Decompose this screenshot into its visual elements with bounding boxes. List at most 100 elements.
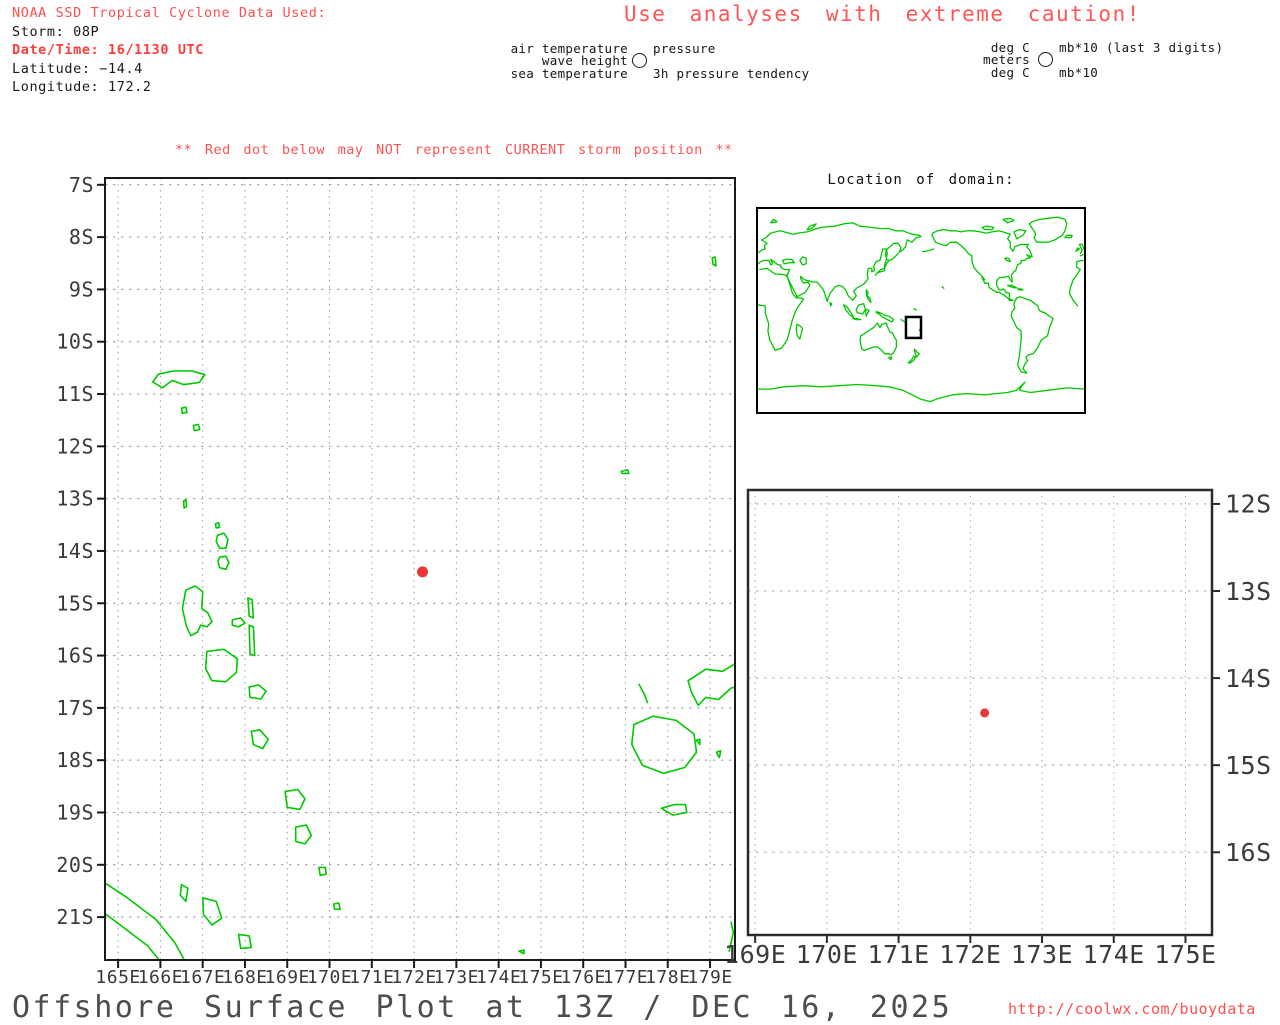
y-axis-label: 21S [56,905,94,929]
coastline [900,318,906,323]
storm-id: Storm: 08P [12,23,100,40]
x-axis-label: 173E [1011,940,1073,969]
coastline [248,684,267,700]
coastline [913,308,918,311]
x-axis-label: 170E [796,940,858,969]
coastline [687,662,735,707]
coastline [859,322,898,356]
coastline [247,597,255,619]
y-axis-label: 17S [56,696,94,720]
coastline [874,258,890,276]
y-axis-label: 15S [56,591,94,615]
storm-info-block: NOAA SSD Tropical Cyclone Data Used: Sto… [12,4,326,97]
legend-pressure: pressure [653,41,716,56]
x-axis-label: 175E [518,967,563,988]
coastline [217,555,230,571]
inset-title: Location of domain: [827,172,1015,188]
page-title: Offshore Surface Plot at 13Z / DEC 16, 2… [12,990,953,1025]
storm-latitude: Latitude: −14.4 [12,60,143,77]
y-axis-label: 11S [56,382,94,406]
coastline [799,256,807,266]
x-axis-label: 165E [95,967,140,988]
y-axis-label: 14S [1225,664,1272,693]
coastline [865,289,872,304]
x-axis-label: 172E [391,967,436,988]
y-axis-label: 13S [1225,577,1272,606]
domain-rectangle [904,315,923,340]
coastline [284,788,306,811]
x-axis-label: 169E [724,940,786,969]
x-axis-label: 174E [1083,940,1145,969]
red-dot-warning: ** Red dot below may NOT represent CURRE… [175,142,733,158]
x-axis-label: 177E [603,967,648,988]
world-inset [756,207,1086,414]
legend-sea-temperature: sea temperature [510,66,628,81]
main-map: 165E166E167E168E169E170E171E172E173E174E… [56,173,736,988]
y-axis-label: 10S [56,330,94,354]
coastline [728,921,735,952]
coastline [855,303,867,315]
source-url[interactable]: http://coolwx.com/buoydata [1008,1000,1256,1018]
coastline [770,218,778,224]
y-axis-label: 12S [1225,490,1272,519]
coastline [620,469,630,475]
y-axis-label: 9S [69,277,94,301]
coastline [806,223,817,231]
y-axis-label: 16S [56,644,94,668]
coastline [1028,216,1068,243]
coastline [842,304,855,318]
coastline [1016,288,1024,291]
coastline [181,585,213,637]
plot-frame [104,177,736,961]
zoom-map: 169E 170E 171E 172E 173E 174E 175E 12S 13S 14S 15S… [724,488,1272,969]
coastline [795,323,804,340]
coastline [889,252,899,262]
plot-frame [756,207,1086,414]
coastline [913,348,920,358]
coastline [152,370,206,389]
storm-datetime: Date/Time: 16/1130 UTC [12,42,205,58]
coastline [918,328,921,332]
coastline [231,617,246,628]
coastline [1064,234,1073,239]
x-axis-label: 176E [561,967,606,988]
coastline [318,866,327,877]
coastline [757,267,1081,352]
legend-pressure-tendency: 3h pressure tendency [653,66,810,81]
coastline [192,423,201,432]
y-axis-label: 14S [56,539,94,563]
coastline [182,498,188,509]
coastline [907,355,917,364]
station-circle-icon [1038,52,1053,67]
y-axis-label: 12S [56,434,94,458]
plot-frame [746,488,1214,937]
x-axis-label: 174E [476,967,521,988]
x-axis-label: 170E [307,967,352,988]
x-axis-label: 171E [349,967,394,988]
coastline [922,248,935,253]
coastline [884,248,888,259]
coastline [250,729,269,750]
storm-dot-zoom [980,708,990,718]
coastline [248,624,256,657]
units-deg-c-bottom: deg C [990,65,1030,80]
coastline [638,683,649,704]
coastline [1006,284,1018,289]
x-axis-label: 169E [265,967,310,988]
x-axis-label: 179E [687,967,732,988]
coastline [695,738,701,746]
x-axis-label: 173E [434,967,479,988]
coastline [215,532,229,550]
coastline [294,824,313,845]
coastline [757,222,1084,303]
station-circle-icon [632,53,647,68]
coastline [941,285,945,289]
y-axis-label: 19S [56,800,94,824]
caution-banner: Use analyses with extreme caution! [624,2,1141,26]
x-axis-label: 172E [939,940,1001,969]
coastline [715,750,722,759]
units-mb-top: mb*10 (last 3 digits) [1059,40,1224,55]
x-axis-label: 168E [222,967,267,988]
coastline [237,933,253,950]
y-axis-label: 20S [56,853,94,877]
